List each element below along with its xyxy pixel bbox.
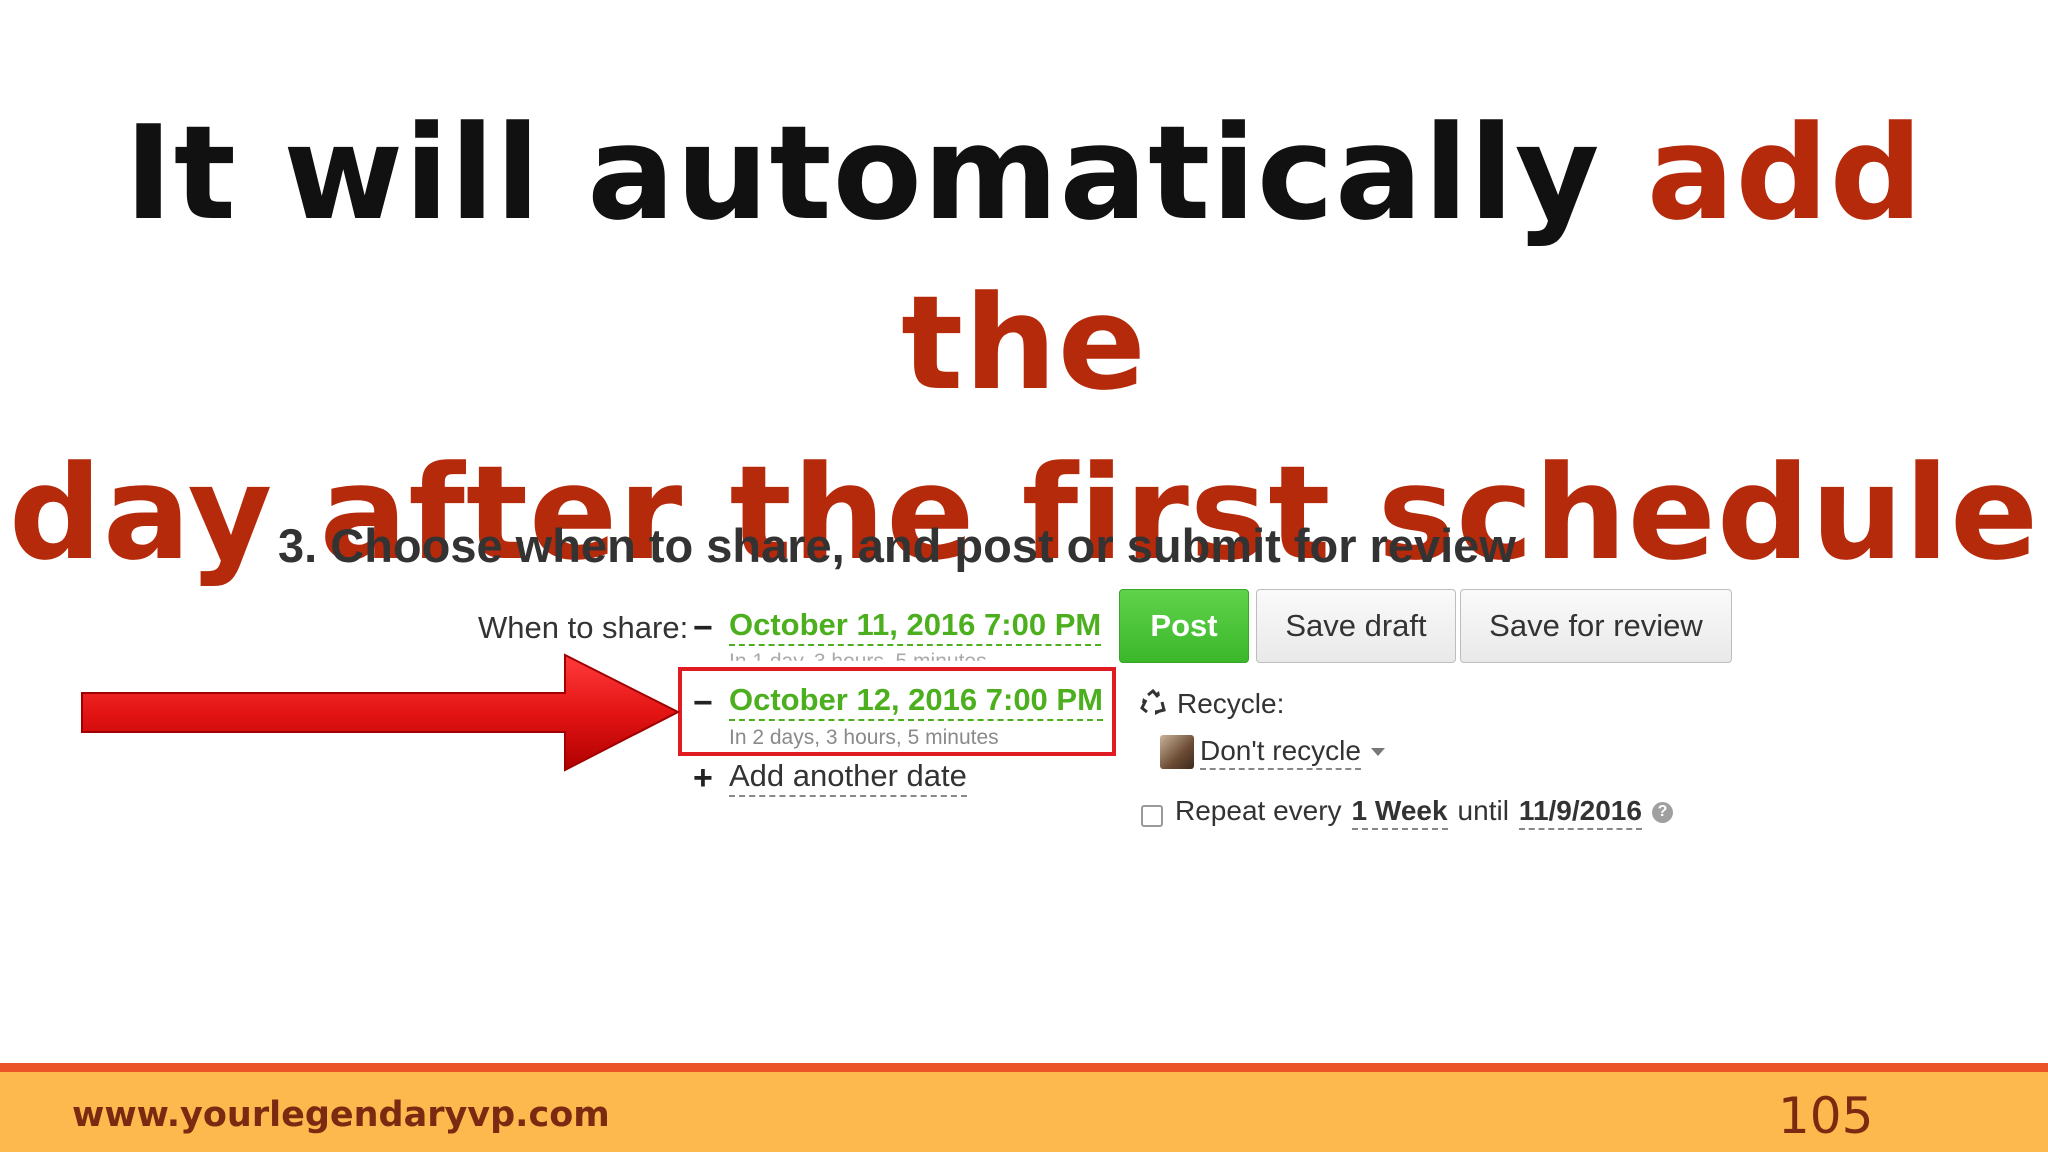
page-number: 105 (1778, 1087, 1874, 1145)
date-2-relative-time: In 2 days, 3 hours, 5 minutes (729, 726, 999, 749)
recycle-icon (1140, 688, 1166, 715)
repeat-until-date-link[interactable]: 11/9/2016 (1518, 794, 1642, 830)
avatar (1160, 735, 1194, 769)
scheduler-panel: 3. Choose when to share, and post or sub… (0, 0, 2048, 1060)
recycle-dropdown[interactable]: Don't recycle (1160, 734, 1385, 770)
add-another-date-link[interactable]: Add another date (729, 757, 967, 797)
footer-url: www.yourlegendaryvp.com (72, 1095, 610, 1135)
repeat-checkbox[interactable] (1141, 805, 1163, 827)
repeat-interval-link[interactable]: 1 Week (1351, 794, 1448, 830)
save-draft-button[interactable]: Save draft (1256, 589, 1456, 663)
recycle-dropdown-value: Don't recycle (1200, 734, 1361, 770)
add-date-plus-icon[interactable]: + (693, 761, 713, 795)
chevron-down-icon (1370, 748, 1385, 756)
save-for-review-button[interactable]: Save for review (1460, 589, 1732, 663)
section-heading: 3. Choose when to share, and post or sub… (278, 519, 1516, 572)
repeat-until-word: until (1457, 795, 1509, 826)
when-to-share-label: When to share: (478, 610, 689, 645)
post-button[interactable]: Post (1119, 589, 1249, 663)
red-arrow-icon (81, 653, 680, 772)
repeat-prefix: Repeat every (1175, 795, 1342, 826)
help-icon[interactable]: ? (1651, 801, 1673, 823)
remove-date-2-button[interactable]: − (693, 686, 713, 720)
recycle-label: Recycle: (1177, 688, 1285, 719)
date-2-link[interactable]: October 12, 2016 7:00 PM (729, 681, 1103, 721)
repeat-row: Repeat every 1 Week until 11/9/2016 ? (1175, 794, 1673, 830)
date-1-link[interactable]: October 11, 2016 7:00 PM (729, 606, 1102, 646)
remove-date-1-button[interactable]: − (693, 611, 713, 645)
